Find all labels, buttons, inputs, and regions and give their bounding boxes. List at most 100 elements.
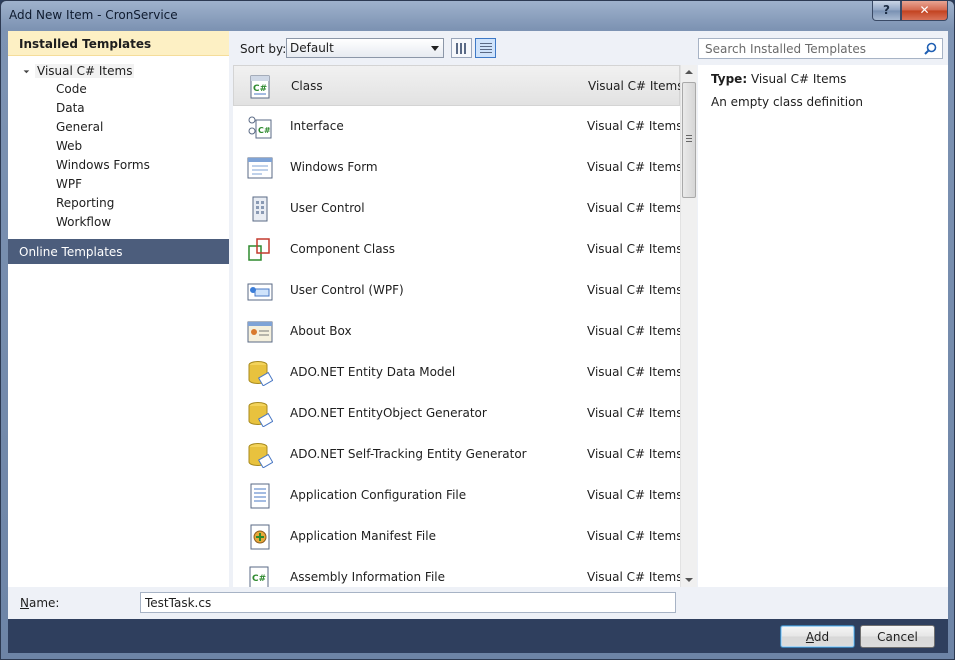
about-box-icon <box>247 321 273 343</box>
template-item[interactable]: C# Interface Visual C# Items <box>233 106 680 147</box>
search-box[interactable] <box>698 38 943 59</box>
small-icons-view-button[interactable] <box>451 38 472 58</box>
windows-form-icon <box>247 157 273 179</box>
sort-by-dropdown[interactable]: Default <box>286 38 444 58</box>
templates-tree-pane: Installed Templates Visual C# Items Code… <box>8 31 229 587</box>
cs-class-icon: C# <box>250 75 270 99</box>
chevron-down-icon <box>431 46 439 51</box>
type-label: Type: <box>711 72 748 86</box>
name-row: Name: <box>8 587 948 619</box>
template-name: User Control (WPF) <box>290 283 404 297</box>
scrollbar-thumb[interactable] <box>682 82 696 198</box>
title-bar[interactable]: Add New Item - CronService ? ✕ <box>1 1 954 31</box>
template-item[interactable]: ADO.NET EntityObject Generator Visual C#… <box>233 393 680 434</box>
template-description: An empty class definition <box>711 95 864 109</box>
template-item[interactable]: C# Assembly Information File Visual C# I… <box>233 557 680 587</box>
tree-item-data[interactable]: Data <box>56 101 85 120</box>
add-button-text: dd <box>813 629 830 644</box>
template-details-pane: Type: Visual C# Items An empty class def… <box>698 31 948 587</box>
template-item[interactable]: About Box Visual C# Items <box>233 311 680 352</box>
sort-by-value: Default <box>290 41 334 55</box>
grip-icon <box>686 135 692 142</box>
template-category: Visual C# Items <box>587 365 680 379</box>
template-item[interactable]: Component Class Visual C# Items <box>233 229 680 270</box>
template-item[interactable]: User Control (WPF) Visual C# Items <box>233 270 680 311</box>
name-label-text: ame: <box>28 596 60 610</box>
template-name: Interface <box>290 119 344 133</box>
tree-item-label: Visual C# Items <box>35 64 135 78</box>
small-icons-view-icon <box>456 43 468 54</box>
template-category: Visual C# Items <box>587 529 680 543</box>
details-view-icon <box>480 43 492 54</box>
add-button[interactable]: Add <box>780 625 855 648</box>
name-label-accel: N <box>20 596 29 610</box>
template-category: Visual C# Items <box>587 283 680 297</box>
template-item[interactable]: User Control Visual C# Items <box>233 188 680 229</box>
scroll-down-arrow-icon[interactable] <box>685 578 693 582</box>
close-button[interactable]: ✕ <box>901 1 948 21</box>
list-toolbar: Sort by: Default <box>230 31 697 64</box>
tree-item-general[interactable]: General <box>56 120 103 139</box>
template-name: ADO.NET EntityObject Generator <box>290 406 487 420</box>
name-input[interactable] <box>140 592 676 613</box>
template-item[interactable]: ADO.NET Self-Tracking Entity Generator V… <box>233 434 680 475</box>
scroll-up-arrow-icon[interactable] <box>685 70 693 74</box>
template-category: Visual C# Items <box>587 160 680 174</box>
template-name: ADO.NET Entity Data Model <box>290 365 456 379</box>
template-name: Windows Form <box>290 160 378 174</box>
template-name: ADO.NET Self-Tracking Entity Generator <box>290 447 527 461</box>
template-item[interactable]: Application Manifest File Visual C# Item… <box>233 516 680 557</box>
template-category: Visual C# Items <box>587 570 680 584</box>
svg-text:C#: C# <box>258 126 271 135</box>
component-class-icon <box>248 238 270 261</box>
template-name: Class <box>291 79 323 93</box>
dialog-footer: Add Cancel <box>8 619 948 653</box>
template-category: Visual C# Items <box>587 201 680 215</box>
config-file-icon <box>250 483 270 509</box>
manifest-file-icon <box>250 524 270 550</box>
template-name: Component Class <box>290 242 396 256</box>
template-item[interactable]: Application Configuration File Visual C#… <box>233 475 680 516</box>
installed-templates-header[interactable]: Installed Templates <box>8 31 229 56</box>
template-category: Visual C# Items <box>587 324 680 338</box>
search-input[interactable] <box>699 39 921 58</box>
template-name: User Control <box>290 201 365 215</box>
add-new-item-dialog: Add New Item - CronService ? ✕ Installed… <box>0 0 955 660</box>
user-control-icon <box>252 196 268 222</box>
tree-item-reporting[interactable]: Reporting <box>56 196 114 215</box>
tree-item-workflow[interactable]: Workflow <box>56 215 111 234</box>
help-button[interactable]: ? <box>872 1 901 21</box>
window-title: Add New Item - CronService <box>9 8 178 22</box>
type-value: Visual C# Items <box>750 72 847 86</box>
svg-text:C#: C# <box>253 84 267 94</box>
template-item[interactable]: Windows Form Visual C# Items <box>233 147 680 188</box>
online-templates-label: Online Templates <box>19 245 123 259</box>
cancel-button[interactable]: Cancel <box>860 625 935 648</box>
tree-item-web[interactable]: Web <box>56 139 82 158</box>
template-name: Application Configuration File <box>290 488 467 502</box>
search-icon[interactable] <box>924 42 937 55</box>
template-category: Visual C# Items <box>587 447 680 461</box>
database-icon <box>248 361 273 386</box>
expand-arrow-icon[interactable] <box>20 64 30 74</box>
tree-item-windows-forms[interactable]: Windows Forms <box>56 158 150 177</box>
template-info: Type: Visual C# Items An empty class def… <box>698 65 948 587</box>
details-view-button[interactable] <box>475 38 496 58</box>
name-label: Name: <box>20 596 59 610</box>
add-button-accel: A <box>805 629 814 644</box>
online-templates-header[interactable]: Online Templates <box>8 239 229 264</box>
tree-item-code[interactable]: Code <box>56 82 87 101</box>
tree-item-wpf[interactable]: WPF <box>56 177 82 196</box>
template-list-scrollbar[interactable] <box>680 65 697 587</box>
template-name: About Box <box>290 324 352 338</box>
template-type: Type: Visual C# Items <box>711 72 846 86</box>
database-icon <box>248 443 273 468</box>
wpf-user-control-icon <box>247 283 273 301</box>
template-category: Visual C# Items <box>587 406 680 420</box>
template-item[interactable]: ADO.NET Entity Data Model Visual C# Item… <box>233 352 680 393</box>
template-name: Assembly Information File <box>290 570 446 584</box>
dialog-body: Installed Templates Visual C# Items Code… <box>8 31 948 587</box>
template-category: Visual C# Items <box>587 488 680 502</box>
template-item[interactable]: C# Class Visual C# Items <box>233 65 680 106</box>
cs-interface-icon: C# <box>248 116 272 139</box>
